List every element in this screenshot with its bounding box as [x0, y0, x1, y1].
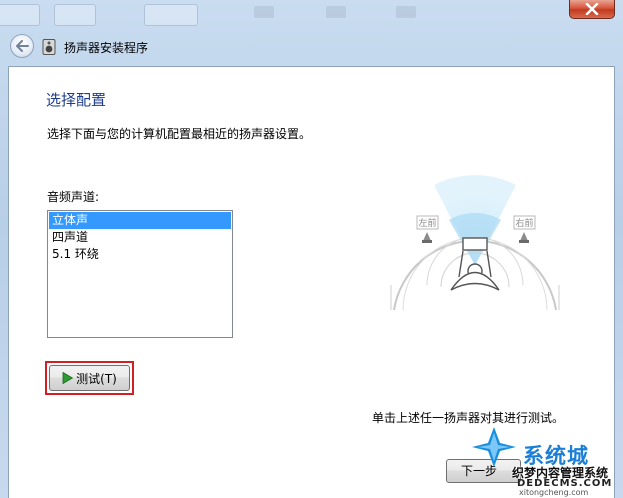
speaker-setup-icon	[42, 39, 56, 55]
close-button[interactable]	[569, 0, 615, 19]
close-icon	[585, 3, 599, 15]
page-description: 选择下面与您的计算机配置最相近的扬声器设置。	[47, 127, 312, 141]
background-window-ghost	[396, 6, 416, 18]
background-window-ghost	[326, 6, 346, 18]
window-title: 扬声器安装程序	[64, 41, 149, 55]
right-front-label: 右前	[515, 217, 533, 229]
right-front-speaker[interactable]: 右前	[513, 215, 536, 243]
navigation-bar: 扬声器安装程序	[0, 30, 623, 64]
background-window-ghost	[254, 6, 274, 18]
test-button-highlight: 测试(T)	[45, 361, 134, 395]
watermark-logo	[472, 427, 516, 467]
test-button-label: 测试(T)	[76, 371, 117, 386]
window-frame: 扬声器安装程序 选择配置 选择下面与您的计算机配置最相近的扬声器设置。 音频声道…	[0, 0, 623, 498]
audio-channel-label: 音频声道:	[47, 190, 100, 204]
background-window-ghost	[0, 4, 40, 26]
wizard-page: 选择配置 选择下面与您的计算机配置最相近的扬声器设置。 音频声道: 立体声 四声…	[8, 66, 615, 498]
left-front-label: 左前	[418, 217, 436, 229]
speaker-diagram: 左前 右前	[390, 175, 560, 311]
test-button[interactable]: 测试(T)	[49, 365, 130, 391]
test-hint-text: 单击上述任一扬声器对其进行测试。	[372, 411, 565, 425]
page-heading: 选择配置	[46, 91, 107, 109]
background-window-ghost	[54, 4, 96, 26]
channel-option-quad[interactable]: 四声道	[49, 229, 231, 246]
back-button[interactable]	[10, 34, 34, 58]
background-window-ghost	[144, 4, 198, 26]
watermark-small-url: xitongcheng.com	[519, 488, 589, 497]
audio-channel-list[interactable]: 立体声 四声道 5.1 环绕	[47, 210, 233, 338]
channel-option-stereo[interactable]: 立体声	[49, 212, 231, 229]
left-front-speaker[interactable]: 左前	[416, 215, 439, 243]
play-icon	[62, 372, 74, 384]
channel-option-surround[interactable]: 5.1 环绕	[49, 246, 231, 263]
back-arrow-icon	[16, 40, 29, 52]
listener-figure	[450, 237, 500, 291]
